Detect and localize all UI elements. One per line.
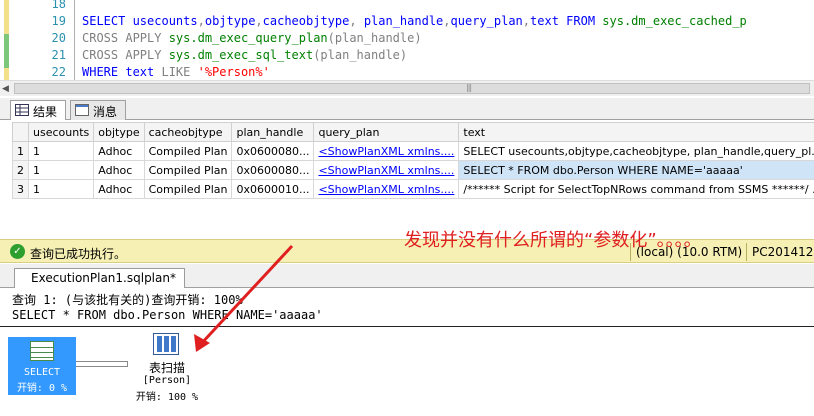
row-number[interactable]: 1 (12, 141, 29, 161)
results-grid[interactable]: usecounts objtype cacheobjtype plan_hand… (12, 122, 814, 199)
sql-editor[interactable]: 18 19 20 21 22 SELECT usecounts,objtype,… (0, 0, 814, 82)
code-token: usecounts (125, 14, 198, 28)
plan-node-select[interactable]: SELECT 开销: 0 % (8, 337, 76, 395)
cell-usecounts[interactable]: 1 (27, 179, 95, 199)
tab-results[interactable]: 结果 (10, 100, 66, 121)
line-number: 21 (51, 48, 66, 62)
column-header[interactable]: usecounts (27, 122, 95, 142)
status-divider (746, 243, 747, 261)
cell-objtype[interactable]: Adhoc (93, 141, 145, 161)
plan-node-select-cost: 开销: 0 % (16, 383, 68, 394)
plan-flow-arrow (76, 361, 128, 367)
row-number[interactable]: 2 (12, 160, 29, 180)
line-number: 19 (51, 14, 66, 28)
cell-text[interactable]: SELECT usecounts,objtype,cacheobjtype, p… (458, 141, 814, 161)
plan-node-select-title: SELECT (23, 367, 61, 378)
tab-results-label: 结果 (33, 105, 58, 119)
tab-execution-plan[interactable]: ExecutionPlan1.sqlplan* (14, 268, 185, 288)
status-machine: PC2014122 (752, 245, 814, 259)
table-row[interactable]: 2 1 Adhoc Compiled Plan 0x0600080... <Sh… (12, 160, 814, 180)
code-token: , (522, 14, 531, 28)
cell-text-selected[interactable]: SELECT * FROM dbo.Person WHERE NAME='aaa… (458, 160, 814, 180)
code-token: , (443, 14, 451, 28)
scroll-left-icon[interactable]: ◀ (2, 84, 9, 94)
status-message: 查询已成功执行。 (30, 247, 127, 261)
select-grid-icon (30, 341, 54, 361)
code-line[interactable]: WHERE text LIKE '%Person%' (82, 64, 270, 81)
grid-icon (15, 104, 29, 116)
code-token: , (197, 14, 205, 28)
table-row[interactable]: 1 1 Adhoc Compiled Plan 0x0600080... <Sh… (12, 141, 814, 161)
row-number[interactable]: 3 (12, 179, 29, 199)
code-token: SELECT (82, 14, 126, 28)
tab-messages-label: 消息 (93, 105, 118, 119)
cell-text[interactable]: /****** Script for SelectTopNRows comman… (458, 179, 814, 199)
row-number-header[interactable] (12, 122, 29, 142)
cell-cacheobjtype[interactable]: Compiled Plan (143, 179, 233, 199)
plan-node-scan-object: [Person] (142, 375, 192, 386)
code-token: sys.dm_exec_cached_p (602, 14, 747, 28)
cell-cacheobjtype[interactable]: Compiled Plan (143, 141, 233, 161)
plan-node-scan-cost: 开销: 100 % (135, 392, 199, 403)
execution-plan-canvas[interactable]: SELECT 开销: 0 % 表扫描 [Person] 开销: 100 % (0, 326, 814, 416)
line-number: 22 (51, 65, 66, 79)
cell-query-plan-link[interactable]: <ShowPlanXML xmlns.... (313, 179, 460, 199)
code-token: CROSS APPLY (82, 31, 169, 45)
code-line[interactable]: SELECT usecounts,objtype,cacheobjtype, p… (82, 13, 747, 30)
code-token: objtype (204, 14, 256, 28)
cell-usecounts[interactable]: 1 (27, 141, 95, 161)
gutter-divider (74, 0, 75, 80)
results-grid-panel: usecounts objtype cacheobjtype plan_hand… (0, 120, 814, 238)
red-annotation-text: 发现并没有什么所谓的“参数化”。。。。 (404, 230, 702, 251)
code-token: cacheobjtype (262, 14, 350, 28)
code-token: WHERE (82, 65, 126, 79)
column-header[interactable]: query_plan (313, 122, 460, 142)
cell-usecounts[interactable]: 1 (27, 160, 95, 180)
cell-plan-handle[interactable]: 0x0600010... (231, 179, 315, 199)
code-token: LIKE (161, 65, 198, 79)
column-header[interactable]: objtype (93, 122, 145, 142)
code-token: CROSS APPLY (82, 48, 169, 62)
scrollbar-grip-icon: ||| (466, 83, 472, 92)
code-token: text (530, 14, 559, 28)
code-token: sys.dm_exec_query_plan (168, 31, 328, 45)
code-token: text (125, 65, 162, 79)
code-line[interactable]: CROSS APPLY sys.dm_exec_query_plan(plan_… (82, 30, 422, 47)
scrollbar-thumb[interactable] (14, 83, 810, 94)
column-header[interactable]: text (458, 122, 814, 142)
cell-objtype[interactable]: Adhoc (93, 160, 145, 180)
code-token: plan_handle (363, 14, 444, 28)
cell-objtype[interactable]: Adhoc (93, 179, 145, 199)
success-check-icon: ✓ (10, 244, 25, 259)
tab-messages[interactable]: 消息 (70, 100, 126, 120)
code-token: , (349, 14, 364, 28)
code-token: sys.dm_exec_sql_text (168, 48, 314, 62)
code-token: , (255, 14, 263, 28)
cell-query-plan-link[interactable]: <ShowPlanXML xmlns.... (313, 160, 460, 180)
cell-plan-handle[interactable]: 0x0600080... (231, 141, 315, 161)
code-token: (plan_handle) (327, 31, 422, 45)
code-token: FROM (558, 14, 603, 28)
line-number: 20 (51, 31, 66, 45)
results-tab-strip: 结果 消息 (0, 98, 814, 121)
code-token: (plan_handle) (313, 48, 408, 62)
plan-tab-strip: ExecutionPlan1.sqlplan* (0, 264, 814, 288)
editor-horizontal-scrollbar[interactable]: ◀ ||| (0, 80, 814, 96)
cell-plan-handle[interactable]: 0x0600080... (231, 160, 315, 180)
plan-query-text: SELECT * FROM dbo.Person WHERE NAME='aaa… (12, 308, 323, 322)
line-number: 18 (51, 0, 66, 11)
message-icon (75, 104, 89, 116)
plan-node-scan-title: 表扫描 (148, 361, 185, 375)
table-row[interactable]: 3 1 Adhoc Compiled Plan 0x0600010... <Sh… (12, 179, 814, 199)
cell-cacheobjtype[interactable]: Compiled Plan (143, 160, 233, 180)
code-line[interactable]: CROSS APPLY sys.dm_exec_sql_text(plan_ha… (82, 47, 407, 64)
code-token: query_plan (450, 14, 523, 28)
cell-query-plan-link[interactable]: <ShowPlanXML xmlns.... (313, 141, 460, 161)
table-scan-icon (153, 333, 179, 355)
column-header[interactable]: plan_handle (231, 122, 315, 142)
column-header[interactable]: cacheobjtype (143, 122, 233, 142)
plan-query-header: 查询 1: (与该批有关的)查询开销: 100% (12, 293, 243, 307)
code-token: '%Person%' (197, 65, 270, 79)
